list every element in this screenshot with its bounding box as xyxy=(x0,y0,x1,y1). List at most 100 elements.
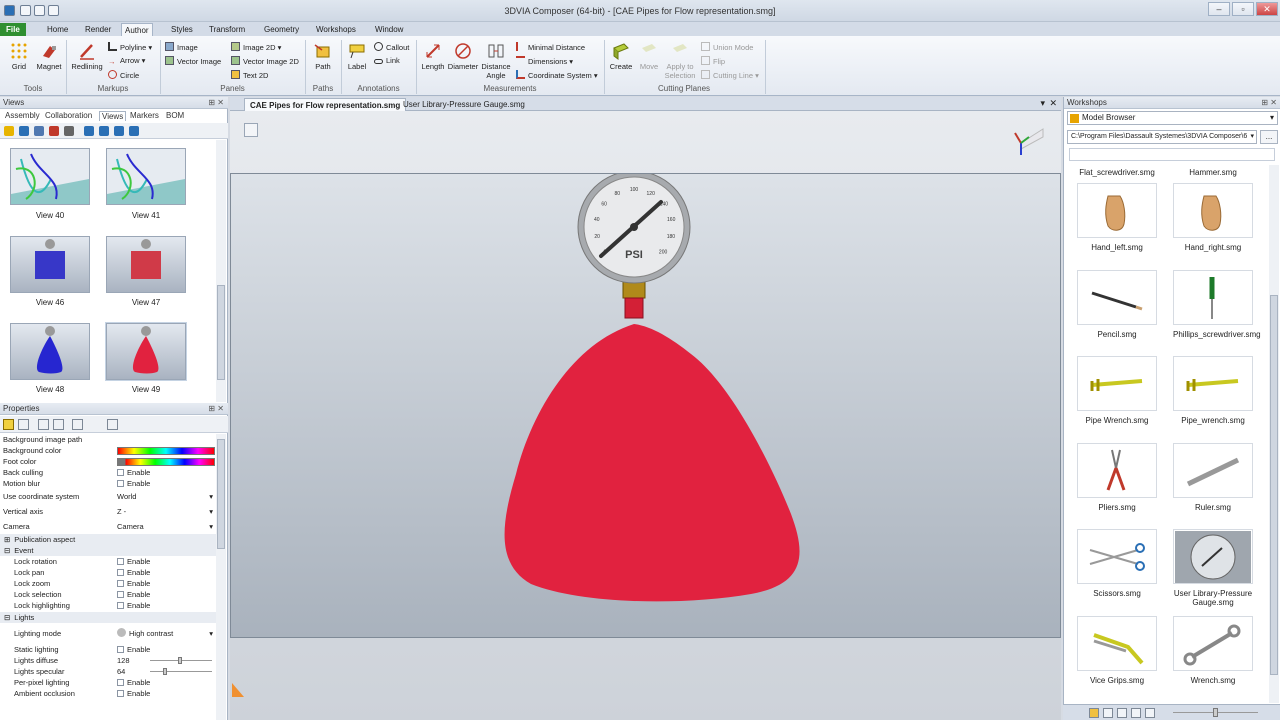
collapse-icon[interactable]: ⊟ xyxy=(4,546,10,555)
scrollbar-thumb[interactable] xyxy=(217,439,225,549)
view-option-icon[interactable] xyxy=(34,126,44,136)
workshops-scrollbar[interactable] xyxy=(1269,165,1279,703)
view-thumbnail[interactable] xyxy=(10,236,90,293)
property-select[interactable]: Z - ▾ xyxy=(117,506,213,517)
tab-geometry[interactable]: Geometry xyxy=(261,23,302,36)
create-view-icon[interactable] xyxy=(4,126,14,136)
3d-viewport[interactable]: 0 20 40 60 80 100 120 140 160 180 200 PSI xyxy=(230,111,1061,720)
property-value[interactable]: Enable xyxy=(117,556,150,567)
property-value[interactable]: Enable xyxy=(117,600,150,611)
tab-collaboration[interactable]: Collaboration xyxy=(45,111,92,120)
status-grid-icon[interactable] xyxy=(1117,708,1127,718)
property-value[interactable]: Enable xyxy=(117,589,150,600)
property-row[interactable]: Static lighting Enable xyxy=(0,644,216,655)
doc-tab-pressure-gauge[interactable]: User Library-Pressure Gauge.smg xyxy=(398,98,530,111)
property-row[interactable]: Camera Camera ▾ xyxy=(0,521,216,532)
image-button[interactable]: Image xyxy=(165,42,198,52)
checkbox[interactable] xyxy=(117,569,124,576)
pressure-balloon[interactable] xyxy=(504,324,800,602)
tab-window[interactable]: Window xyxy=(372,23,406,36)
diameter-button[interactable]: Diameter xyxy=(447,42,479,71)
flip-button[interactable]: Flip xyxy=(701,56,725,66)
maximize-button[interactable]: ▫ xyxy=(1232,2,1254,16)
status-mode-icon[interactable] xyxy=(1103,708,1113,718)
property-value[interactable]: Enable xyxy=(117,567,150,578)
checkbox[interactable] xyxy=(117,580,124,587)
nav-view-icon[interactable] xyxy=(129,126,139,136)
property-refresh-icon[interactable] xyxy=(53,419,64,430)
tab-workshops[interactable]: Workshops xyxy=(313,23,359,36)
property-row[interactable]: Vertical axis Z - ▾ xyxy=(0,506,216,517)
checkbox[interactable] xyxy=(117,469,124,476)
search-input[interactable] xyxy=(1069,148,1275,161)
property-page-icon[interactable] xyxy=(72,419,83,430)
section-publication[interactable]: ⊞ Publication aspect xyxy=(0,534,216,545)
polyline-button[interactable]: Polyline ▾ xyxy=(108,42,152,52)
grid-button[interactable]: Grid xyxy=(6,42,32,71)
section-lights[interactable]: ⊟ Lights xyxy=(0,612,216,623)
property-value[interactable]: Enable xyxy=(117,578,150,589)
property-value[interactable]: 128 xyxy=(117,655,130,666)
property-select[interactable]: World ▾ xyxy=(117,491,213,502)
property-row[interactable]: Lock highlighting Enable xyxy=(0,600,216,611)
checkbox[interactable] xyxy=(117,679,124,686)
tab-styles[interactable]: Styles xyxy=(168,23,196,36)
tab-transform[interactable]: Transform xyxy=(206,23,248,36)
scrollbar-thumb[interactable] xyxy=(1270,295,1278,675)
axis-compass-icon[interactable] xyxy=(1013,123,1047,157)
model-thumbnail[interactable] xyxy=(1077,529,1157,584)
model-thumbnail[interactable] xyxy=(1077,442,1157,498)
property-value[interactable]: Enable xyxy=(117,478,150,489)
view-thumbnail[interactable] xyxy=(10,323,90,380)
doc-tab-cae-pipes[interactable]: CAE Pipes for Flow representation.smg xyxy=(244,98,407,111)
move-cutting-plane-button[interactable]: Move xyxy=(636,42,662,71)
tab-render[interactable]: Render xyxy=(82,23,114,36)
pin-close-icon[interactable]: ⊞ ✕ xyxy=(1261,97,1277,109)
model-thumbnail[interactable] xyxy=(1077,269,1157,325)
property-row[interactable]: Background color xyxy=(0,445,216,456)
chevron-down-icon[interactable]: ▾ xyxy=(1250,131,1254,143)
workshop-select[interactable]: Model Browser ▾ xyxy=(1067,111,1278,125)
tab-author[interactable]: Author xyxy=(121,23,153,36)
property-row[interactable]: Lock pan Enable xyxy=(0,567,216,578)
slider-thumb[interactable] xyxy=(163,668,167,675)
chevron-down-icon[interactable]: ▾ xyxy=(209,491,213,502)
path-field[interactable]: C:\Program Files\Dassault Systemes\3DVIA… xyxy=(1067,130,1257,144)
create-cutting-plane-button[interactable]: Create xyxy=(607,42,635,71)
chevron-down-icon[interactable]: ▾ xyxy=(209,521,213,532)
property-value[interactable]: Enable xyxy=(117,677,150,688)
model-thumbnail[interactable] xyxy=(1173,356,1253,411)
distance-angle-button[interactable]: Distance Angle xyxy=(480,42,512,80)
property-row[interactable]: Back culling Enable xyxy=(0,467,216,478)
model-thumbnail[interactable] xyxy=(1173,269,1253,325)
property-row[interactable]: Lock zoom Enable xyxy=(0,578,216,589)
property-row[interactable]: Use coordinate system World ▾ xyxy=(0,491,216,502)
view-thumbnail[interactable] xyxy=(106,148,186,205)
image-2d-button[interactable]: Image 2D ▾ xyxy=(231,42,281,52)
property-row[interactable]: Motion blur Enable xyxy=(0,478,216,489)
close-button[interactable]: ✕ xyxy=(1256,2,1278,16)
checkbox[interactable] xyxy=(117,591,124,598)
property-value[interactable]: Enable xyxy=(117,644,150,655)
status-select-icon[interactable] xyxy=(1089,708,1099,718)
pin-close-icon[interactable]: ⊞ ✕ xyxy=(208,403,224,415)
property-settings-icon[interactable] xyxy=(107,419,118,430)
scrollbar-thumb[interactable] xyxy=(217,285,225,380)
property-row[interactable]: Ambient occlusion Enable xyxy=(0,688,216,699)
viewport-menu-icon[interactable] xyxy=(244,123,258,137)
model-thumbnail[interactable] xyxy=(1077,615,1157,671)
property-row[interactable]: Lights specular 64 xyxy=(0,666,216,677)
scene-area[interactable]: 0 20 40 60 80 100 120 140 160 180 200 PSI xyxy=(230,173,1061,638)
link-button[interactable]: Link xyxy=(374,56,400,65)
scene-canvas[interactable]: 0 20 40 60 80 100 120 140 160 180 200 PSI xyxy=(231,174,1062,639)
status-layout-icon[interactable] xyxy=(1131,708,1141,718)
sort-az-icon[interactable] xyxy=(18,419,29,430)
property-row[interactable]: Per-pixel lighting Enable xyxy=(0,677,216,688)
tab-list-icon[interactable]: ▾ xyxy=(1040,98,1045,109)
property-select[interactable]: High contrast ▾ xyxy=(117,628,213,639)
pin-close-icon[interactable]: ⊞ ✕ xyxy=(208,97,224,109)
zoom-slider-thumb[interactable] xyxy=(1213,708,1218,717)
property-value[interactable]: Enable xyxy=(117,688,150,699)
nav-view-icon[interactable] xyxy=(99,126,109,136)
chevron-down-icon[interactable]: ▾ xyxy=(1270,112,1274,124)
